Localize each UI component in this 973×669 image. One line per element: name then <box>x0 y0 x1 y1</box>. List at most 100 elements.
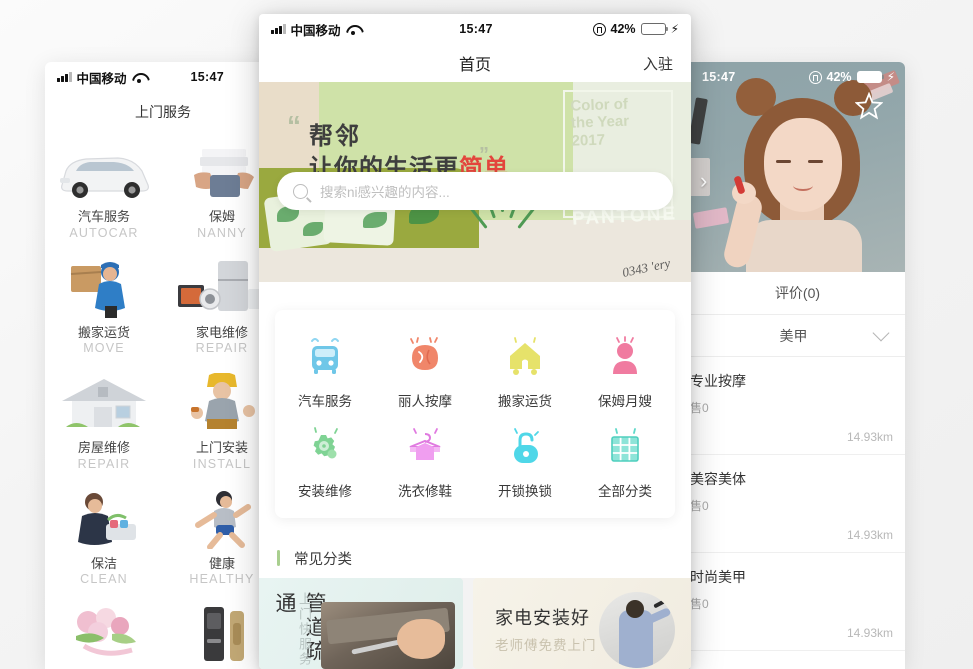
car-icon <box>275 334 375 382</box>
star-icon[interactable] <box>854 91 884 120</box>
table-row[interactable]: 时尚美甲 售0 14.93km <box>690 553 905 651</box>
category-moving[interactable]: 搬家运货 <box>475 326 575 416</box>
service-name: 美容美体 <box>690 471 746 487</box>
card-photo <box>321 602 455 669</box>
chevron-down-icon[interactable] <box>872 324 890 342</box>
section-header: 常见分类 <box>259 542 691 574</box>
right-status-bar: 15:47 42% ⚡ <box>690 62 905 92</box>
quote-open-icon: “ <box>287 110 301 141</box>
service-name: 专业按摩 <box>690 373 746 389</box>
chevron-right-icon[interactable]: › <box>700 170 707 192</box>
category-install-repair[interactable]: 安装维修 <box>275 416 375 506</box>
category-label: 汽车服务 <box>298 394 352 409</box>
pantone-text: Color of the Year 2017 <box>570 95 630 150</box>
distance-label: 14.93km <box>846 430 893 444</box>
list-item[interactable]: 汽车服务 AUTOCAR <box>45 132 163 246</box>
sold-count: 售0 <box>690 401 709 415</box>
battery-percent-label: 42% <box>610 22 636 36</box>
page-title: 首页 <box>458 57 491 74</box>
card-subtitle: 老师傅免费上门 <box>495 638 597 653</box>
card-title: 家电安装好 <box>495 608 590 628</box>
promo-card-pipe-cleaning[interactable]: 管道疏通 上门快服务 <box>259 578 463 669</box>
house-icon <box>475 334 575 382</box>
distance-label: 14.93km <box>846 528 893 542</box>
center-status-bar: 中国移动 15:47 42% ⚡ <box>259 14 691 44</box>
section-accent-bar <box>277 550 280 566</box>
category-filter-dropdown[interactable]: 美甲 <box>690 315 905 357</box>
category-label: 保姆月嫂 <box>598 394 652 409</box>
tab-label: 评价(0) <box>774 285 821 301</box>
mover-photo-icon <box>45 258 163 318</box>
promo-cards-row: 管道疏通 上门快服务 家电安装好 老师傅免费上门 <box>259 578 691 669</box>
rotation-lock-icon <box>808 70 822 84</box>
promo-card-appliance-install[interactable]: 家电安装好 老师傅免费上门 <box>473 578 691 669</box>
left-page-title: 上门服务 <box>135 104 191 120</box>
list-item-label: 保洁 <box>90 555 117 571</box>
table-row[interactable]: 美容美体 售0 14.93km <box>690 455 905 553</box>
model-photo <box>721 76 876 272</box>
cosmetic-prop <box>690 97 708 145</box>
battery-icon <box>640 23 668 35</box>
category-locksmith[interactable]: 开锁换锁 <box>475 416 575 506</box>
category-nanny[interactable]: 保姆月嫂 <box>575 326 675 416</box>
list-item-label: 汽车服务 <box>77 209 130 224</box>
section-title: 常见分类 <box>294 551 352 568</box>
list-item[interactable]: 保洁 CLEAN <box>45 479 163 593</box>
table-row[interactable]: 专业按摩 售0 14.93km <box>690 357 905 455</box>
battery-percent-label: 42% <box>826 70 852 84</box>
category-label: 全部分类 <box>598 484 652 499</box>
category-label: 搬家运货 <box>498 394 552 409</box>
charging-bolt-icon: ⚡ <box>886 70 895 84</box>
list-item-sublabel: AUTOCAR <box>69 225 139 240</box>
clock-label: 15:47 <box>702 70 736 84</box>
hanger-icon <box>375 424 475 472</box>
navigation-bar: 首页 入驻 <box>259 44 691 82</box>
signal-bars-icon <box>271 24 286 34</box>
category-label: 洗衣修鞋 <box>398 484 452 499</box>
category-beauty-massage[interactable]: 丽人按摩 <box>375 326 475 416</box>
list-item[interactable]: 鲜花绿植 <box>45 594 163 669</box>
massage-icon <box>375 334 475 382</box>
sold-count: 售0 <box>690 499 709 513</box>
category-label: 丽人按摩 <box>398 394 452 409</box>
distance-label: 14.93km <box>846 626 893 640</box>
category-all[interactable]: 全部分类 <box>575 416 675 506</box>
sold-count: 售0 <box>690 597 709 611</box>
card-photo <box>599 592 675 668</box>
battery-icon <box>856 71 884 83</box>
car-photo-icon <box>45 142 163 202</box>
search-bar[interactable]: 搜索ni感兴趣的内容... <box>277 172 673 210</box>
service-name: 时尚美甲 <box>690 569 746 585</box>
list-item-sublabel: CLEAN <box>80 572 128 587</box>
cosmetic-prop <box>692 207 730 229</box>
left-service-grid: 汽车服务 AUTOCAR 保姆 NANNY 搬家运货 MOVE 家电维修 REP… <box>45 128 281 669</box>
wifi-icon <box>132 72 146 83</box>
gear-icon <box>275 424 375 472</box>
center-phone-screen: 中国移动 15:47 42% ⚡ 首页 入驻 Color of the Year… <box>259 14 691 669</box>
right-phone-screen: 15:47 42% ⚡ › 评价(0) 美甲 专业按摩 售0 14.93km 美… <box>690 62 905 669</box>
product-hero-image[interactable]: 15:47 42% ⚡ › <box>690 62 905 272</box>
clock-label: 15:47 <box>459 22 493 36</box>
nanny-icon <box>575 334 675 382</box>
carrier-label: 中国移动 <box>290 23 341 38</box>
search-placeholder: 搜索ni感兴趣的内容... <box>320 185 450 200</box>
tab-reviews[interactable]: 评价(0) <box>690 272 905 315</box>
carrier-label: 中国移动 <box>76 71 127 86</box>
left-status-bar: 中国移动 15:47 <box>45 62 281 92</box>
category-car-service[interactable]: 汽车服务 <box>275 326 375 416</box>
join-button[interactable]: 入驻 <box>643 53 673 74</box>
service-category-grid: 汽车服务 丽人按摩 搬家运货 保姆月嫂 安装维修 洗衣修鞋 开锁换锁 全部分类 <box>275 310 675 518</box>
banner-line-1: 帮邻 <box>309 123 361 150</box>
wifi-icon <box>346 24 360 35</box>
category-laundry-shoe-repair[interactable]: 洗衣修鞋 <box>375 416 475 506</box>
cleaner-photo-icon <box>45 489 163 549</box>
filter-selected-value: 美甲 <box>779 327 808 344</box>
left-phone-screen: 中国移动 15:47 上门服务 汽车服务 AUTOCAR 保姆 NANNY 搬家… <box>45 62 281 669</box>
category-label: 开锁换锁 <box>498 484 552 499</box>
list-item-sublabel: REPAIR <box>77 456 131 471</box>
signal-bars-icon <box>57 72 72 82</box>
list-item[interactable]: 房屋维修 REPAIR <box>45 363 163 477</box>
grid-icon <box>575 424 675 472</box>
list-item[interactable]: 搬家运货 MOVE <box>45 248 163 362</box>
charging-bolt-icon: ⚡ <box>670 22 679 36</box>
